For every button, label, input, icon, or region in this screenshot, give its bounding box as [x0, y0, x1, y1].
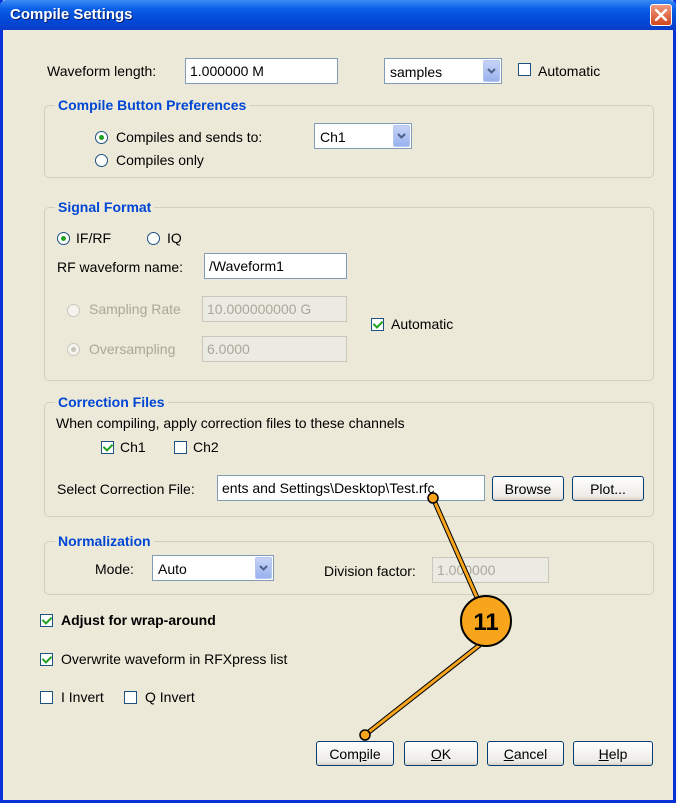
callout-leader-lines: 11: [359, 492, 512, 741]
callout-line-lower: [359, 638, 488, 741]
callout-number: 11: [473, 609, 498, 636]
